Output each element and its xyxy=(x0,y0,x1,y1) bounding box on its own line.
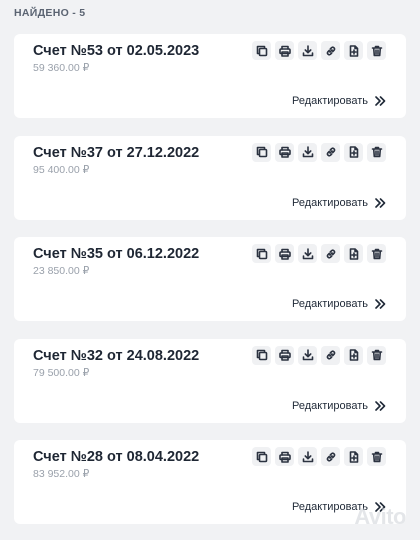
add-file-button[interactable] xyxy=(344,142,363,162)
link-icon xyxy=(326,350,335,360)
download-button[interactable] xyxy=(298,142,317,162)
print-button[interactable] xyxy=(275,142,294,162)
copy-button[interactable] xyxy=(252,447,271,466)
invoice-title[interactable]: Счет №37 от 27.12.2022 xyxy=(33,145,199,161)
invoice-title[interactable]: Счет №35 от 06.12.2022 xyxy=(33,246,199,262)
add-file-button[interactable] xyxy=(344,447,363,466)
invoice-title[interactable]: Счет №28 от 08.04.2022 xyxy=(33,449,199,465)
invoice-card: Счет №28 от 08.04.2022 83 952.00 ₽ Редак… xyxy=(14,440,406,524)
invoice-amount: 83 952.00 ₽ xyxy=(33,468,90,480)
link-button[interactable] xyxy=(321,41,340,60)
print-button[interactable] xyxy=(275,345,294,365)
invoice-card: Счет №53 от 02.05.2023 59 360.00 ₽ Редак… xyxy=(14,34,406,118)
link-icon xyxy=(326,46,335,55)
invoice-card: Счет №37 от 27.12.2022 95 400.00 ₽ Редак… xyxy=(14,135,406,220)
delete-button[interactable] xyxy=(367,447,386,466)
edit-link[interactable]: Редактировать xyxy=(292,298,386,310)
link-button[interactable] xyxy=(321,142,340,162)
add-file-button[interactable] xyxy=(344,41,363,60)
invoice-actions xyxy=(252,41,386,60)
double-chevron-right-icon xyxy=(375,96,386,106)
invoice-actions xyxy=(252,447,386,466)
add-file-button[interactable] xyxy=(344,345,363,365)
delete-icon xyxy=(371,146,382,158)
add-file-icon xyxy=(349,247,358,260)
invoice-actions xyxy=(252,345,386,365)
print-icon xyxy=(278,248,291,260)
delete-button[interactable] xyxy=(367,244,386,263)
delete-icon xyxy=(371,248,382,259)
link-icon xyxy=(326,249,335,258)
avito-watermark: Avito xyxy=(354,504,406,529)
invoice-title[interactable]: Счет №32 от 24.08.2022 xyxy=(33,348,199,364)
link-button[interactable] xyxy=(321,447,340,466)
copy-icon xyxy=(256,451,267,462)
download-icon xyxy=(302,146,313,158)
invoice-card: Счет №32 от 24.08.2022 79 500.00 ₽ Редак… xyxy=(14,338,406,423)
invoice-list: Счет №53 от 02.05.2023 59 360.00 ₽ Редак… xyxy=(14,34,406,540)
download-button[interactable] xyxy=(298,447,317,466)
print-button[interactable] xyxy=(275,41,294,60)
add-file-icon xyxy=(349,146,358,158)
delete-button[interactable] xyxy=(367,345,386,365)
print-button[interactable] xyxy=(275,447,294,466)
delete-button[interactable] xyxy=(367,41,386,60)
download-button[interactable] xyxy=(298,41,317,60)
add-file-button[interactable] xyxy=(344,244,363,263)
print-icon xyxy=(278,45,291,57)
results-count: НАЙДЕНО - 5 xyxy=(14,7,86,19)
copy-button[interactable] xyxy=(252,345,271,365)
link-icon xyxy=(326,147,335,157)
link-button[interactable] xyxy=(321,345,340,365)
edit-link[interactable]: Редактировать xyxy=(292,400,386,412)
double-chevron-right-icon xyxy=(375,400,386,411)
edit-label: Редактировать xyxy=(292,95,368,107)
download-button[interactable] xyxy=(298,345,317,365)
invoice-amount: 79 500.00 ₽ xyxy=(33,366,90,379)
copy-button[interactable] xyxy=(252,142,271,162)
invoice-amount: 95 400.00 ₽ xyxy=(33,163,90,176)
edit-link[interactable]: Редактировать xyxy=(292,95,386,107)
double-chevron-right-icon xyxy=(375,299,386,309)
print-icon xyxy=(278,349,291,361)
copy-icon xyxy=(256,248,267,259)
invoice-title[interactable]: Счет №53 от 02.05.2023 xyxy=(33,43,199,59)
link-button[interactable] xyxy=(321,244,340,263)
print-button[interactable] xyxy=(275,244,294,263)
invoice-actions xyxy=(252,142,386,162)
add-file-icon xyxy=(349,349,358,361)
download-icon xyxy=(302,44,313,56)
invoice-amount: 23 850.00 ₽ xyxy=(33,265,90,277)
delete-icon xyxy=(371,451,382,462)
download-icon xyxy=(302,450,313,462)
invoice-card: Счет №35 от 06.12.2022 23 850.00 ₽ Редак… xyxy=(14,237,406,321)
delete-icon xyxy=(371,45,382,56)
copy-button[interactable] xyxy=(252,41,271,60)
edit-label: Редактировать xyxy=(292,399,368,412)
download-icon xyxy=(302,349,313,361)
add-file-icon xyxy=(349,44,358,57)
download-icon xyxy=(302,247,313,259)
copy-icon xyxy=(256,349,267,361)
print-icon xyxy=(278,146,291,158)
copy-button[interactable] xyxy=(252,244,271,263)
add-file-icon xyxy=(349,450,358,463)
download-button[interactable] xyxy=(298,244,317,263)
copy-icon xyxy=(256,146,267,158)
link-icon xyxy=(326,452,335,461)
edit-label: Редактировать xyxy=(292,196,368,209)
invoice-amount: 59 360.00 ₽ xyxy=(33,62,90,74)
edit-label: Редактировать xyxy=(292,298,368,310)
copy-icon xyxy=(256,45,267,56)
delete-icon xyxy=(371,349,382,361)
double-chevron-right-icon xyxy=(375,197,386,208)
invoice-actions xyxy=(252,244,386,263)
edit-link[interactable]: Редактировать xyxy=(292,197,386,209)
print-icon xyxy=(278,451,291,463)
delete-button[interactable] xyxy=(367,142,386,162)
